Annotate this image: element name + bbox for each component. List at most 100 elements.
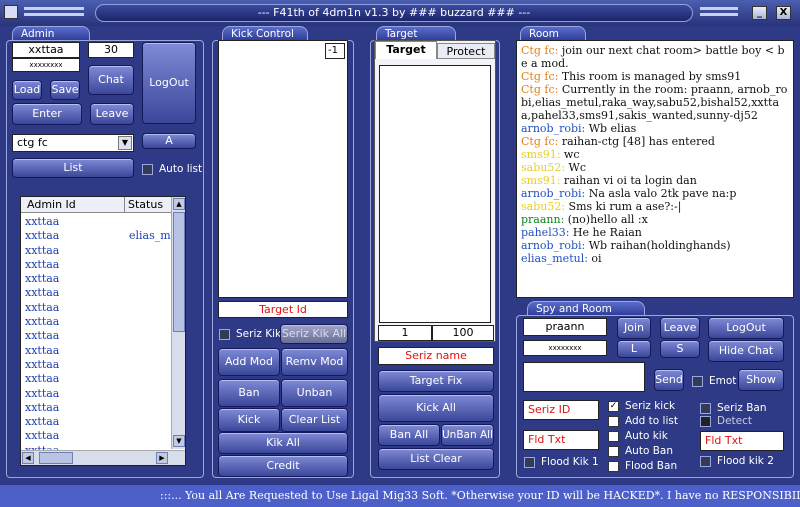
chat-sender[interactable]: praann: [521,213,564,226]
remv-mod-button[interactable]: Remv Mod [281,348,348,376]
add-to-list-checkbox[interactable] [608,416,619,427]
admin-list-hscroll[interactable]: ◀ ▶ [21,450,185,465]
app-menu-icon[interactable] [4,5,18,19]
unban-button[interactable]: Unban [281,379,348,407]
chevron-down-icon[interactable]: ▼ [118,136,132,150]
scroll-thumb[interactable] [173,212,185,332]
table-row[interactable]: xxttaa [25,344,171,358]
save-button[interactable]: Save [50,80,80,100]
table-row[interactable]: xxttaa [25,244,171,258]
spy-leave-button[interactable]: Leave [660,317,700,339]
chat-sender[interactable]: sms91: [521,174,560,187]
list-button[interactable]: List [12,158,134,178]
flood-kik-2-checkbox[interactable] [700,456,711,467]
join-button[interactable]: Join [617,317,651,339]
ban-button[interactable]: Ban [218,379,280,407]
enter-button[interactable]: Enter [12,103,82,125]
chat-sender[interactable]: Ctg fc: [521,44,558,57]
minimize-icon[interactable]: _ [752,6,767,20]
chat-sender[interactable]: elias_metul: [521,252,588,265]
tab-target[interactable]: Target [375,41,437,59]
table-row[interactable]: xxttaa [25,272,171,286]
auto-kik-checkbox[interactable] [608,431,619,442]
credit-button[interactable]: Credit [218,455,348,477]
table-row[interactable]: xxttaa [25,301,171,315]
room-select[interactable]: ctg fc ▼ [12,134,134,152]
table-row[interactable]: xxttaa [25,286,171,300]
scroll-down-icon[interactable]: ▼ [173,435,185,447]
table-row[interactable]: xxttaa [25,258,171,272]
chat-sender[interactable]: arnob_robi: [521,187,585,200]
a-button[interactable]: A [142,133,196,149]
seriz-kik-all-button[interactable]: Seriz Kik All [280,324,348,344]
show-button[interactable]: Show [738,369,784,391]
admin-user-input[interactable]: xxttaa [12,42,80,58]
table-row[interactable]: xxttaa [25,401,171,415]
s-button[interactable]: S [660,340,700,358]
table-row[interactable]: xxttaa [25,329,171,343]
emot-checkbox[interactable] [692,376,703,387]
seriz-id-input[interactable]: Seriz ID [523,400,599,420]
seriz-name-input[interactable]: Seriz name [378,347,494,365]
tab-protect[interactable]: Protect [437,43,495,59]
table-row[interactable]: xxttaa [25,358,171,372]
table-row[interactable]: xxttaa [25,315,171,329]
chat-sender[interactable]: arnob_robi: [521,122,585,135]
table-row[interactable]: xxttaa [25,429,171,443]
send-button[interactable]: Send [654,369,684,391]
flood-kik-1-checkbox[interactable] [524,457,535,468]
title-bar[interactable]: --- F41th of 4dm1n v1.3 by ### buzzard #… [0,0,800,26]
scroll-right-icon[interactable]: ▶ [156,452,168,464]
chat-sender[interactable]: Ctg fc: [521,135,558,148]
chat-sender[interactable]: sabu52: [521,161,565,174]
spy-password-input[interactable]: xxxxxxxx [523,340,607,356]
target-id-input[interactable]: Target Id [218,301,348,318]
unban-all-button[interactable]: UnBan All [441,424,494,446]
seriz-kick-checkbox[interactable]: ✓ [608,401,619,412]
admin-list[interactable]: Admin Id Status xxttaa xxttaa elias_m xxtta… [20,196,186,466]
close-icon[interactable]: X [776,6,791,20]
l-button[interactable]: L [617,340,651,358]
kick-list[interactable]: -1 [218,40,348,298]
message-input[interactable] [523,362,645,392]
ban-all-button[interactable]: Ban All [378,424,440,446]
auto-ban-checkbox[interactable] [608,446,619,457]
chat-sender[interactable]: Ctg fc: [521,70,558,83]
list-clear-button[interactable]: List Clear [378,448,494,470]
add-mod-button[interactable]: Add Mod [218,348,280,376]
header-admin-id[interactable]: Admin Id [21,197,125,213]
spy-logout-button[interactable]: LogOut [708,317,784,339]
kick-button[interactable]: Kick [218,408,280,432]
table-row[interactable]: xxttaa [25,372,171,386]
range-from-input[interactable]: 1 [378,325,432,341]
clear-list-button[interactable]: Clear List [281,408,348,432]
table-row[interactable]: xxttaa [25,387,171,401]
chat-sender[interactable]: Ctg fc: [521,83,558,96]
chat-log[interactable]: Ctg fc: join our next chat room> battle … [516,40,794,298]
target-list[interactable] [379,65,491,323]
admin-logout-button[interactable]: LogOut [142,42,196,124]
fld-txt-left-input[interactable]: Fld Txt [523,430,599,450]
chat-button[interactable]: Chat [88,65,134,95]
target-fix-button[interactable]: Target Fix [378,370,494,392]
admin-number-input[interactable]: 30 [88,42,134,58]
scroll-up-icon[interactable]: ▲ [173,198,185,210]
admin-leave-button[interactable]: Leave [90,103,134,125]
auto-list-checkbox[interactable] [142,164,153,175]
chat-sender[interactable]: arnob_robi: [521,239,585,252]
seriz-kik-checkbox[interactable] [219,329,230,340]
flood-ban-checkbox[interactable] [608,461,619,472]
load-button[interactable]: Load [12,80,42,100]
fld-txt-right-input[interactable]: Fld Txt [700,431,784,451]
spy-user-input[interactable]: praann [523,318,607,336]
header-status[interactable]: Status [125,197,171,213]
table-row[interactable]: xxttaa [25,415,171,429]
table-row[interactable]: xxttaa [25,215,171,229]
chat-sender[interactable]: sms91: [521,148,560,161]
chat-sender[interactable]: pahel33: [521,226,569,239]
seriz-ban-checkbox[interactable] [700,403,711,414]
admin-list-vscroll[interactable]: ▲ ▼ [171,197,185,449]
hide-chat-button[interactable]: Hide Chat [708,340,784,362]
admin-password-input[interactable]: xxxxxxxx [12,58,80,72]
range-to-input[interactable]: 100 [432,325,494,341]
